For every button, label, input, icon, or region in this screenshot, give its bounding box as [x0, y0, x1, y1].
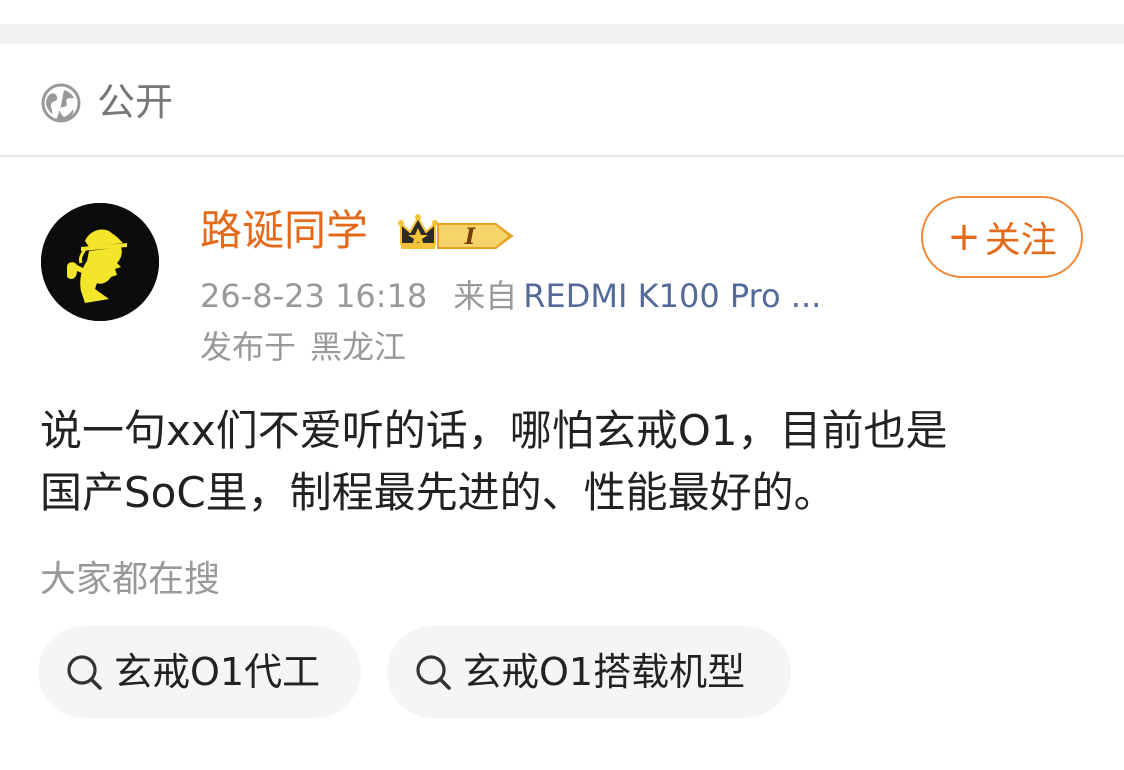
plus-icon: +	[947, 214, 981, 260]
post-location: 发布于 黑龙江	[200, 325, 406, 369]
visibility-row[interactable]: 公开	[0, 44, 1124, 155]
follow-button[interactable]: + 关注	[921, 196, 1083, 278]
gray-separator	[0, 24, 1124, 44]
detective-avatar-icon	[41, 203, 159, 321]
hot-search-chip-label: 玄戒O1搭载机型	[463, 650, 746, 694]
avatar[interactable]	[41, 203, 159, 321]
location-value: 黑龙江	[310, 328, 407, 366]
search-icon	[67, 655, 102, 690]
vip-crown-badge-icon[interactable]: I	[398, 210, 518, 254]
author-name[interactable]: 路诞同学	[200, 203, 368, 259]
post-content-line: 说一句xx们不爱听的话，哪怕玄戒O1，目前也是	[40, 406, 948, 455]
globe-icon	[41, 83, 81, 123]
search-icon	[416, 655, 451, 690]
post-content: 说一句xx们不爱听的话，哪怕玄戒O1，目前也是 国产SoC里，制程最先进的、性能…	[40, 400, 1090, 524]
hot-search-chip-label: 玄戒O1代工	[114, 650, 321, 694]
divider	[0, 155, 1124, 157]
post-meta: 26-8-23 16:18 来自 REDMI K100 Pro ...	[200, 274, 821, 318]
visibility-label: 公开	[97, 80, 174, 124]
top-separator-band	[0, 0, 1124, 44]
hot-search-chip[interactable]: 玄戒O1搭载机型	[387, 626, 791, 718]
badge-level-text: I	[464, 224, 476, 250]
post-content-line: 国产SoC里，制程最先进的、性能最好的。	[40, 468, 836, 517]
hot-search-chip[interactable]: 玄戒O1代工	[38, 626, 361, 718]
hot-search-title: 大家都在搜	[40, 559, 221, 600]
follow-label: 关注	[984, 220, 1057, 261]
location-prefix: 发布于	[200, 328, 297, 366]
device-link[interactable]: REDMI K100 Pro ...	[523, 277, 821, 315]
post-timestamp: 26-8-23 16:18	[200, 277, 428, 315]
source-prefix: 来自	[453, 277, 518, 315]
